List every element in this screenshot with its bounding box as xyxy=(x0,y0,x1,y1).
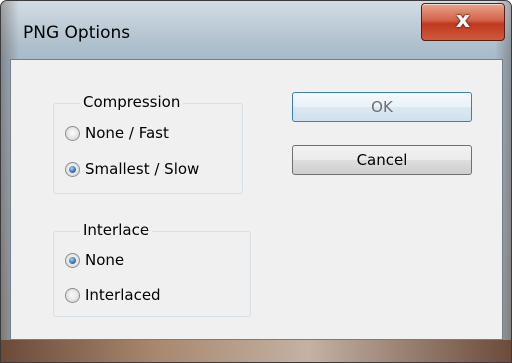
radio-interlace-none[interactable] xyxy=(65,252,80,268)
window-title: PNG Options xyxy=(23,23,131,43)
ok-button[interactable]: OK xyxy=(292,92,472,122)
compression-group-label: Compression xyxy=(80,93,184,111)
radio-interlaced[interactable] xyxy=(65,287,80,303)
radio-none-fast[interactable] xyxy=(65,125,80,141)
dialog-client-area: Compression None / Fast Smallest / Slow … xyxy=(10,59,503,340)
radio-label-none-fast: None / Fast xyxy=(85,124,169,142)
interlace-group: Interlace None Interlaced xyxy=(53,221,251,317)
radio-label-interlaced: Interlaced xyxy=(85,286,161,304)
radio-label-interlace-none: None xyxy=(85,251,125,269)
radio-smallest-slow[interactable] xyxy=(65,161,80,177)
interlace-option-interlaced[interactable]: Interlaced xyxy=(65,286,161,304)
interlace-group-label: Interlace xyxy=(80,221,153,239)
compression-option-none-fast[interactable]: None / Fast xyxy=(65,124,169,142)
dialog-window: PNG Options x Compression None / Fast Sm… xyxy=(0,0,512,363)
window-bottom-border xyxy=(1,340,511,362)
close-icon: x xyxy=(455,8,471,33)
compression-option-smallest-slow[interactable]: Smallest / Slow xyxy=(65,160,199,178)
radio-label-smallest-slow: Smallest / Slow xyxy=(85,160,200,178)
close-button[interactable]: x xyxy=(421,3,505,41)
cancel-button[interactable]: Cancel xyxy=(292,145,472,175)
compression-group: Compression None / Fast Smallest / Slow xyxy=(53,93,243,194)
interlace-option-none[interactable]: None xyxy=(65,251,124,269)
title-bar[interactable]: PNG Options x xyxy=(1,1,511,59)
